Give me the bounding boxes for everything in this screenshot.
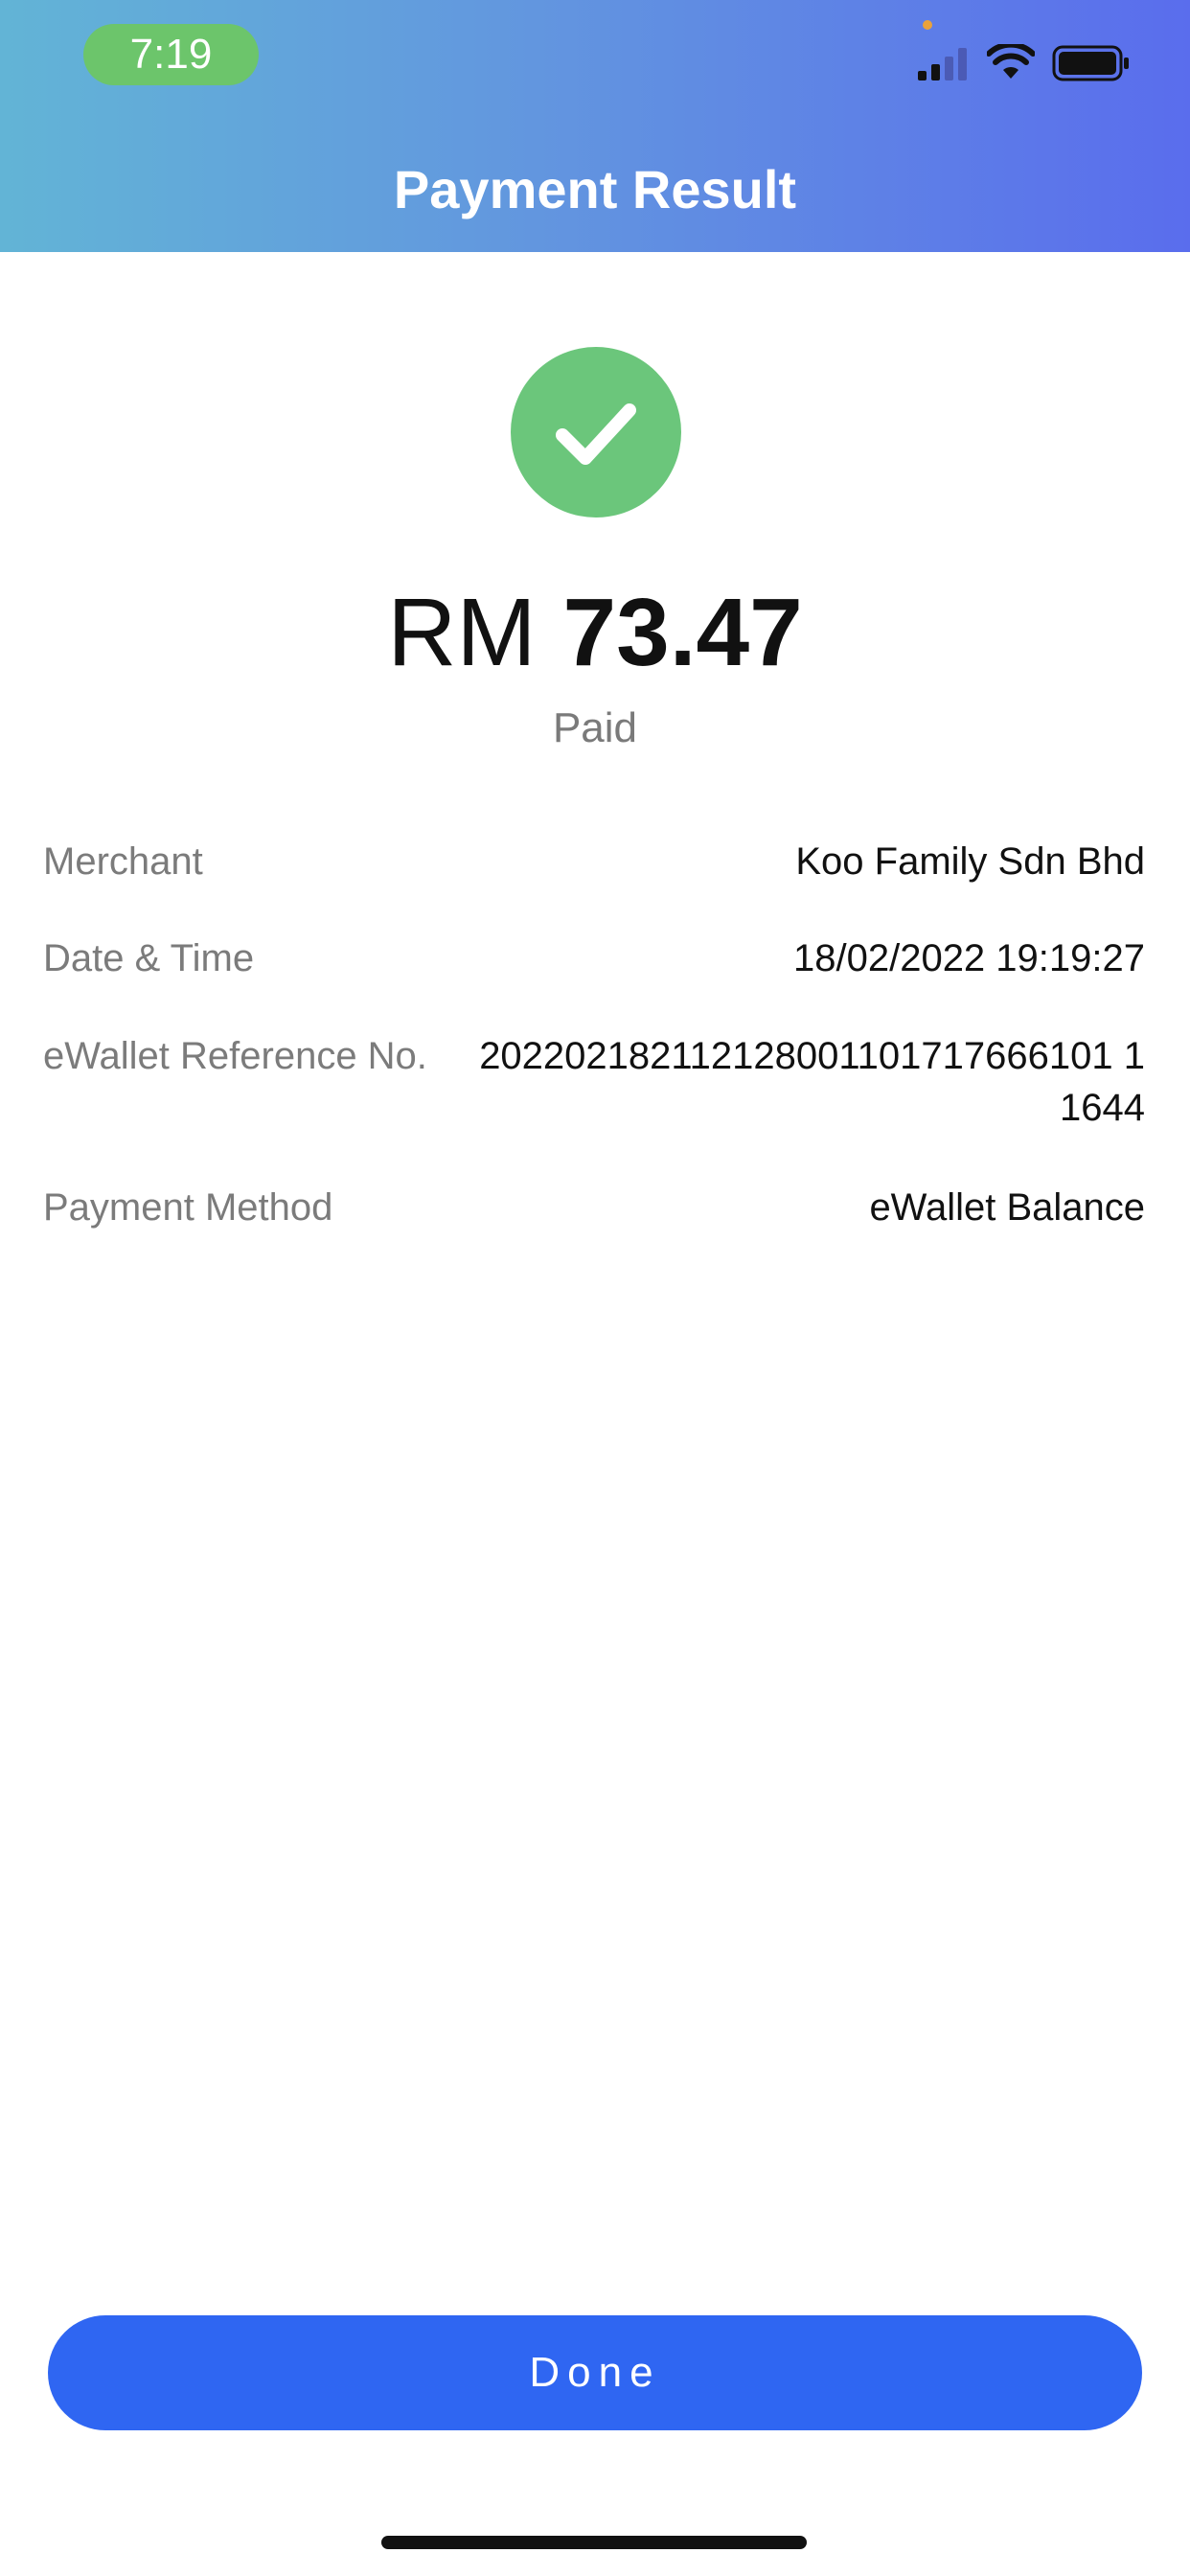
payment-method-label: Payment Method [43,1186,333,1229]
payment-method-value: eWallet Balance [869,1186,1145,1229]
datetime-label: Date & Time [43,937,255,979]
reference-value: 202202182112128001101717666101 11644 [479,1035,1145,1129]
merchant-row: Merchant Koo Family Sdn Bhd [43,836,1145,893]
reference-row: eWallet Reference No. 202202182112128001… [43,1030,1145,1138]
reference-label: eWallet Reference No. [43,1035,427,1077]
page-title: Payment Result [393,159,797,219]
merchant-value: Koo Family Sdn Bhd [795,840,1145,883]
privacy-indicator-dot [923,20,932,30]
home-indicator[interactable] [381,2536,807,2549]
payment-amount: RM 73.47 [0,575,1190,690]
datetime-value: 18/02/2022 19:19:27 [792,937,1145,979]
header-bar: 7:19 Payment Result [0,0,1190,252]
wifi-icon [987,44,1035,79]
currency-label: RM [387,579,537,686]
payment-status: Paid [552,704,638,751]
done-button[interactable]: Done [48,2315,1142,2430]
check-icon [511,347,681,518]
status-time: 7:19 [83,24,259,85]
payment-method-row: Payment Method eWallet Balance [43,1182,1145,1239]
amount-value: 73.47 [562,579,803,686]
merchant-label: Merchant [43,840,203,883]
datetime-row: Date & Time 18/02/2022 19:19:27 [43,932,1145,990]
cellular-signal-icon [918,48,967,80]
battery-icon [1052,45,1129,81]
